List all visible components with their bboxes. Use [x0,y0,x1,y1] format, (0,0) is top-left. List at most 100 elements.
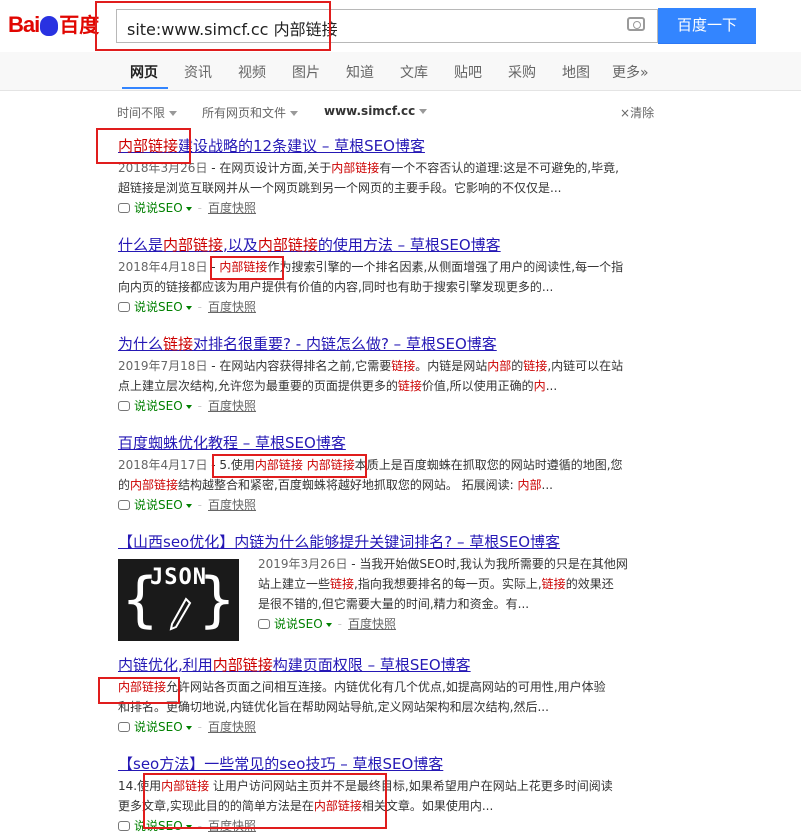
title-text: 百度蜘蛛优化教程 – 草根SEO博客 [118,434,346,452]
result-footer: 说说SEO - 百度快照 [118,297,658,317]
source-link[interactable]: 说说SEO [134,201,183,215]
camera-icon[interactable] [627,17,645,31]
result-title-link[interactable]: 什么是内部链接,以及内部链接的使用方法 – 草根SEO博客 [118,236,658,254]
highlight-term: 链接 [397,379,422,393]
cache-link[interactable]: 百度快照 [208,720,256,734]
chevron-down-icon[interactable] [185,725,192,730]
filter-type-label: 所有网页和文件 [202,106,287,120]
abstract-text: ,内链可以在站 [547,359,624,373]
abstract-text: 和排名。更确切地说,内链优化旨在帮助网站导航,定义网站架构和层次结构,然后... [118,700,549,714]
chevron-down-icon[interactable] [185,206,192,211]
annotation-box-result4 [212,454,367,478]
chevron-down-icon[interactable] [185,503,192,508]
tab-news[interactable]: 资讯 [184,62,212,82]
filter-time[interactable]: 时间不限 [117,104,178,121]
result-title-link[interactable]: 【seo方法】一些常见的seo技巧 – 草根SEO博客 [118,755,658,773]
filter-clear[interactable]: ×清除 [620,104,654,121]
separator: - [197,300,202,314]
pencil-icon [169,597,192,631]
abstract-text: - 在网页设计方面,关于 [207,161,332,175]
highlight-term: 内部 [487,359,512,373]
cache-link[interactable]: 百度快照 [208,201,256,215]
source-icon [118,820,130,831]
annotation-box-result1 [96,128,191,164]
source-link[interactable]: 说说SEO [134,498,183,512]
tab-video[interactable]: 视频 [238,62,266,82]
tab-images[interactable]: 图片 [292,62,320,82]
abstract-text: ,指向我想要排名的每一页。实际上, [354,577,542,591]
chevron-down-icon[interactable] [185,305,192,310]
logo-text-cn: 百度 [59,13,100,37]
close-icon: × [620,106,631,120]
result-title-link[interactable]: 百度蜘蛛优化教程 – 草根SEO博客 [118,434,658,452]
tab-more[interactable]: 更多» [612,62,649,82]
result-abstract: 2018年4月18日 - 内部链接作为搜索引擎的一个排名因素,从侧面增强了用户的… [118,257,658,297]
abstract-text: 超链接是浏览互联网并从一个网页跳到另一个网页的主要手段。它影响的不仅仅是... [118,181,562,195]
separator: - [197,201,202,215]
abstract-line: 2018年3月26日 - 在网页设计方面,关于内部链接有一个不容否认的道理:这是… [118,158,658,178]
result-title-link[interactable]: 为什么链接对排名很重要? - 内链怎么做? – 草根SEO博客 [118,335,658,353]
search-button[interactable]: 百度一下 [658,8,756,44]
separator: - [337,617,342,631]
annotation-box-search [95,1,331,51]
cache-link[interactable]: 百度快照 [208,399,256,413]
tab-tieba[interactable]: 贴吧 [454,62,482,82]
highlight-term: 链接 [523,359,548,373]
result-title-link[interactable]: 内部链接建设战略的12条建议 – 草根SEO博客 [118,137,658,155]
source-link[interactable]: 说说SEO [134,300,183,314]
title-text: 建设战略的12条建议 – 草根SEO博客 [178,137,425,155]
source-link[interactable]: 说说SEO [134,399,183,413]
highlight-term: 链接 [541,577,566,591]
tab-bar: 网页 资讯 视频 图片 知道 文库 贴吧 采购 地图 更多» [0,52,801,91]
abstract-text: ... [545,379,558,393]
result-footer: 说说SEO - 百度快照 [118,717,658,737]
cache-link[interactable]: 百度快照 [348,617,396,631]
tab-map[interactable]: 地图 [562,62,590,82]
separator: - [197,498,202,512]
title-text: 构建页面权限 – 草根SEO博客 [272,656,471,674]
highlight-term: 链接 [163,335,194,353]
highlight-term: 内部链接 [257,236,318,254]
search-result: 什么是内部链接,以及内部链接的使用方法 – 草根SEO博客 2018年4月18日 … [118,236,658,317]
source-link[interactable]: 说说SEO [274,617,323,631]
annotation-box-result7 [143,773,387,829]
abstract-text: 的 [118,478,131,492]
thumbnail-text: JSON [150,565,207,590]
source-icon [118,202,130,213]
filter-clear-label: 清除 [630,106,655,120]
abstract-text: 作为搜索引擎的一个排名因素,从侧面增强了用户的阅读性,每一个指 [267,260,624,274]
result-title-link[interactable]: 【山西seo优化】内链为什么能够提升关键词排名? – 草根SEO博客 [118,533,658,551]
filter-site[interactable]: www.simcf.cc [324,104,428,118]
cache-link[interactable]: 百度快照 [208,300,256,314]
result-title-link[interactable]: 内链优化,利用内部链接构建页面权限 – 草根SEO博客 [118,656,658,674]
source-icon [118,400,130,411]
baidu-logo[interactable]: Bai 百度 [8,8,108,42]
result-footer: 说说SEO - 百度快照 [118,198,658,218]
abstract-line: 内部链接允许网站各页面之间相互连接。内链优化有几个优点,如提高网站的可用性,用户… [118,677,658,697]
tab-zhidao[interactable]: 知道 [346,62,374,82]
result-date: 2019年7月18日 [118,359,208,373]
title-text: 什么是 [118,236,164,254]
tab-caigou[interactable]: 采购 [508,62,536,82]
source-link[interactable]: 说说SEO [134,720,183,734]
cache-link[interactable]: 百度快照 [208,498,256,512]
search-result: 内部链接建设战略的12条建议 – 草根SEO博客 2018年3月26日 - 在网页… [118,137,658,218]
search-result: 百度蜘蛛优化教程 – 草根SEO博客 2018年4月17日 - 5.使用内部链接 … [118,434,658,515]
abstract-text: 向内页的链接都应该为用户提供有价值的内容,同时也有助于搜索引擎发现更多的... [118,280,554,294]
separator: - [197,720,202,734]
chevron-down-icon[interactable] [325,622,332,627]
result-abstract: 2018年4月17日 - 5.使用内部链接 内部链接本质上是百度蜘蛛在抓取您的网… [118,455,658,495]
abstract-text: - 当我开始做SEO时,我认为我所需要的只是在其他网 [347,557,628,571]
result-footer: 说说SEO - 百度快照 [118,495,658,515]
abstract-line: 2018年4月18日 - 内部链接作为搜索引擎的一个排名因素,从侧面增强了用户的… [118,257,658,277]
tab-wenku[interactable]: 文库 [400,62,428,82]
chevron-down-icon[interactable] [185,404,192,409]
title-text: 【山西seo优化】内链为什么能够提升关键词排名? – 草根SEO博客 [118,533,561,551]
filter-type[interactable]: 所有网页和文件 [202,104,299,121]
source-icon [258,618,270,629]
filter-site-label: www.simcf.cc [324,104,416,118]
abstract-line: 超链接是浏览互联网并从一个网页跳到另一个网页的主要手段。它影响的不仅仅是... [118,178,658,198]
tab-web[interactable]: 网页 [130,62,158,82]
result-date: 2018年4月18日 [118,260,208,274]
result-thumbnail[interactable]: { } JSON [118,559,239,641]
